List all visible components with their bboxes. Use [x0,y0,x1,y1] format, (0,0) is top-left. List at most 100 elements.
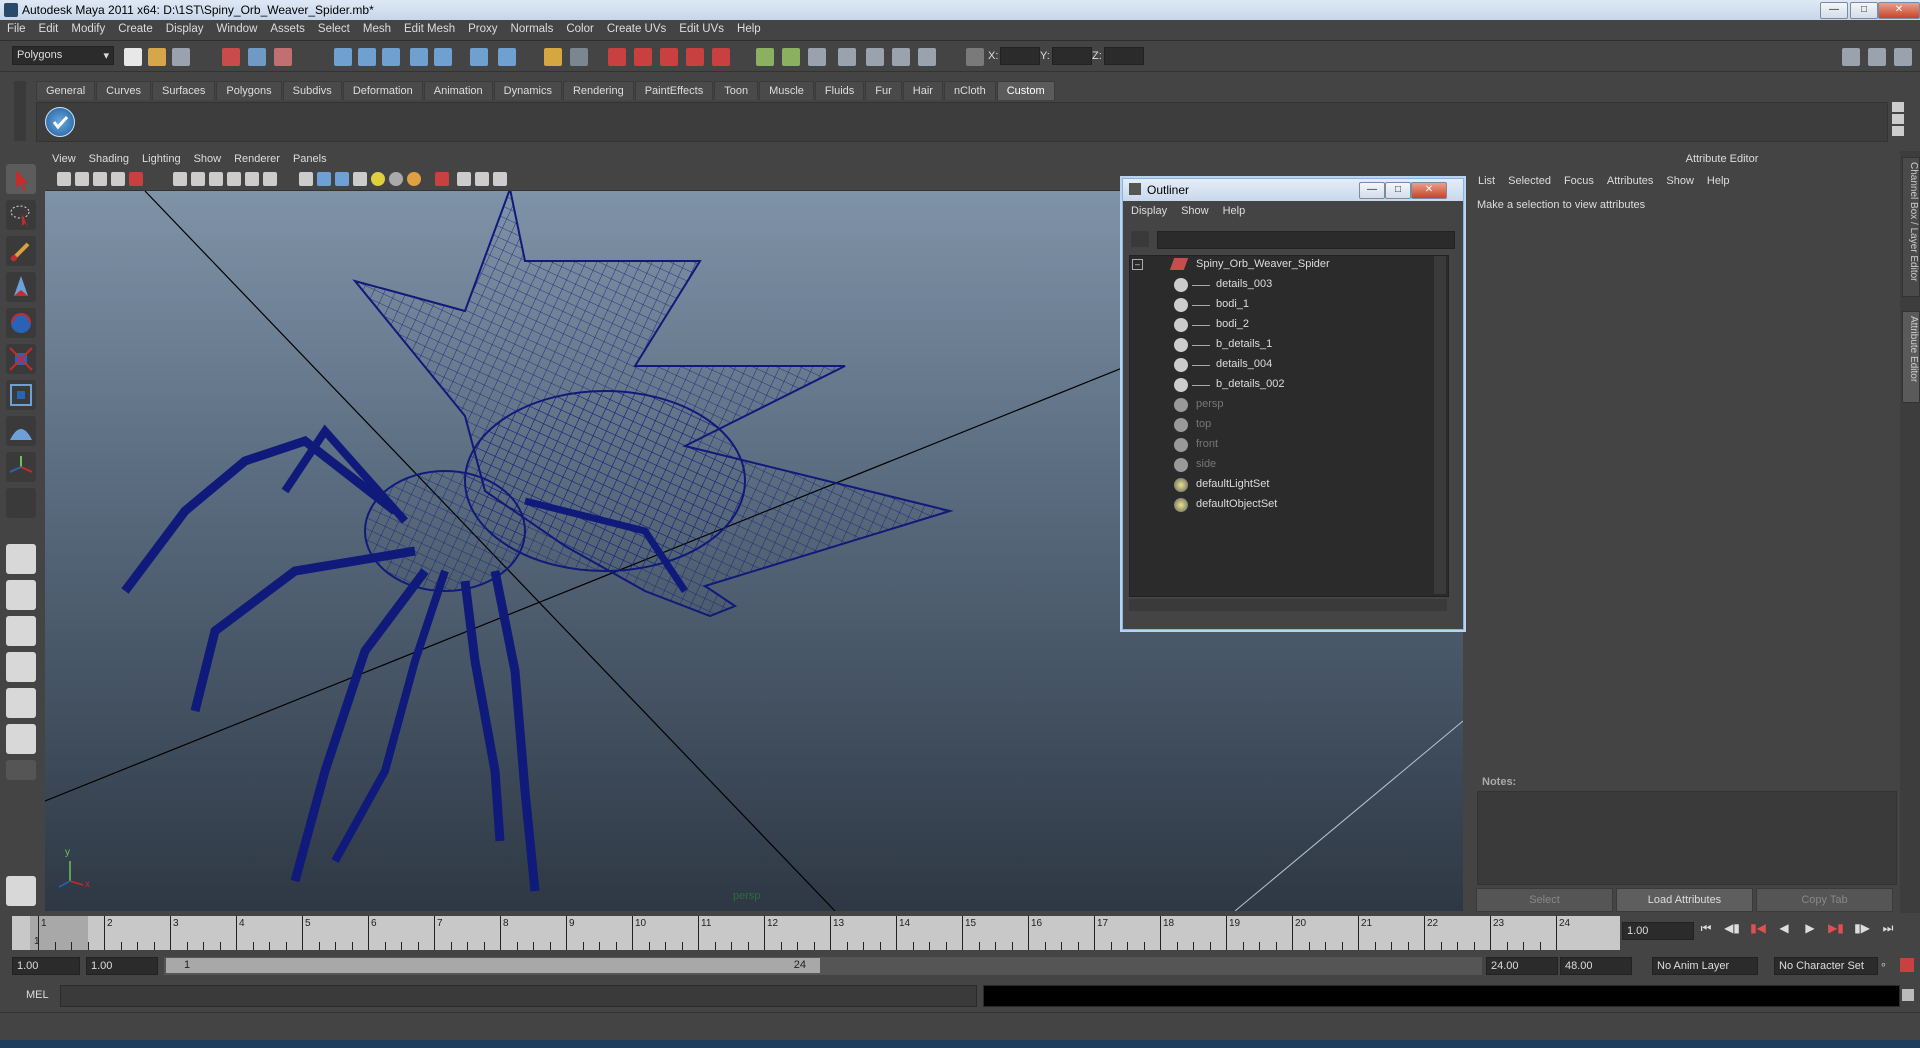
list-item[interactable]: top [1130,416,1430,434]
shelf-tab-dynamics[interactable]: Dynamics [493,81,562,100]
end-time-field[interactable]: 48.00 [1560,957,1632,975]
paint-select-tool-icon[interactable] [6,236,36,266]
isolate-select-icon[interactable] [435,172,449,186]
step-back-frame-icon[interactable]: ◀▮ [1722,918,1742,938]
grid-toggle-icon[interactable] [173,172,187,186]
attribute-editor-tab[interactable]: Attribute Editor [1902,311,1920,403]
hypershade-icon[interactable] [686,48,704,66]
xray-components-icon[interactable] [493,172,507,186]
layout-expand-icon[interactable] [6,760,36,780]
field-chart-icon[interactable] [245,172,259,186]
clipboard-icon[interactable] [808,48,826,66]
move-tool-icon[interactable] [6,272,36,302]
outliner-vertical-scrollbar[interactable] [1434,256,1446,594]
shelf-tab-painteffects[interactable]: PaintEffects [634,81,714,100]
four-view-layout-icon[interactable] [6,580,36,610]
ae-menu-focus[interactable]: Focus [1558,173,1601,187]
mel-label[interactable]: MEL [26,989,49,1001]
shelf-tab-toon[interactable]: Toon [714,81,759,100]
render-region-icon[interactable] [570,48,588,66]
shelf-tab-custom[interactable]: Custom [996,81,1055,100]
shelf-tab-general[interactable]: General [36,81,96,100]
snap-view-icon[interactable] [410,48,428,66]
menu-edit-uvs[interactable]: Edit UVs [672,20,730,35]
range-slider-handle[interactable]: 1 24 [166,958,820,973]
wireframe-on-shaded-icon[interactable] [335,172,349,186]
command-input[interactable] [60,985,977,1007]
menu-select[interactable]: Select [311,20,356,35]
outliner-menu-show[interactable]: Show [1173,203,1215,217]
menu-assets[interactable]: Assets [263,20,311,35]
go-to-start-icon[interactable]: ⏮ [1696,918,1716,938]
xray-joints-icon[interactable] [475,172,489,186]
menu-proxy[interactable]: Proxy [461,20,503,35]
input-mode-icon[interactable] [782,48,800,66]
playback-end-field[interactable]: 24.00 [1486,957,1558,975]
auto-key-icon[interactable]: ∘ [1880,958,1894,972]
minimize-button[interactable]: — [1820,2,1848,19]
shadows-icon[interactable] [407,172,421,186]
ae-menu-attributes[interactable]: Attributes [1601,173,1660,187]
menu-create[interactable]: Create [111,20,159,35]
relative-mode-icon[interactable] [866,48,884,66]
play-forwards-icon[interactable]: ▶ [1800,918,1820,938]
rotate-tool-icon[interactable] [6,308,36,338]
list-item[interactable]: persp [1130,396,1430,414]
camera-attributes-icon[interactable] [75,172,89,186]
shelf-tab-surfaces[interactable]: Surfaces [151,81,216,100]
select-tool-icon[interactable] [6,164,36,194]
ae-menu-selected[interactable]: Selected [1502,173,1558,187]
shelf-tab-subdivs[interactable]: Subdivs [282,81,342,100]
use-all-lights-icon[interactable] [389,172,403,186]
outliner-titlebar[interactable]: Outliner — □ ✕ [1123,179,1463,201]
render-view-icon[interactable] [712,48,730,66]
copy-tab-button[interactable]: Copy Tab [1756,888,1893,912]
outliner-close-button[interactable]: ✕ [1411,182,1447,199]
snap-grid-icon[interactable] [334,48,352,66]
panel-menu-view[interactable]: View [45,151,82,165]
wireframe-mode-icon[interactable] [299,172,313,186]
z-field[interactable] [1104,47,1144,65]
transform-lock-icon[interactable] [918,48,936,66]
ae-menu-help[interactable]: Help [1701,173,1737,187]
persp-graph-layout-icon[interactable] [6,652,36,682]
ae-menu-list[interactable]: List [1472,173,1502,187]
filter-options-icon[interactable] [1131,231,1149,247]
script-editor-icon[interactable] [1902,989,1914,1001]
shelf-tab-ncloth[interactable]: nCloth [943,81,996,100]
checkmark-shelf-icon[interactable] [45,107,75,137]
input-line-icon[interactable] [756,48,774,66]
panel-menu-panels[interactable]: Panels [286,151,333,165]
image-plane-icon[interactable] [111,172,125,186]
shelf-handle[interactable] [14,81,26,141]
show-channel-box-icon[interactable] [1894,48,1912,66]
menu-create-uvs[interactable]: Create UVs [600,20,672,35]
lock-icon[interactable] [544,48,562,66]
menu-normals[interactable]: Normals [504,20,560,35]
close-button[interactable]: ✕ [1878,2,1920,19]
character-set-dropdown[interactable]: No Character Set [1774,957,1878,975]
help-icon[interactable] [498,48,516,66]
list-item[interactable]: side [1130,456,1430,474]
menu-edit[interactable]: Edit [32,20,65,35]
history-icon[interactable] [470,48,488,66]
quick-rename-icon[interactable] [838,48,856,66]
shelf-menu-icon[interactable] [1892,114,1904,124]
outliner-menu-display[interactable]: Display [1123,203,1173,217]
select-button[interactable]: Select [1476,888,1613,912]
lasso-tool-icon[interactable] [6,200,36,230]
shelf-tab-hair[interactable]: Hair [902,81,943,100]
make-live-icon[interactable] [434,48,452,66]
default-light-icon[interactable] [371,172,385,186]
x-field[interactable] [1000,47,1040,65]
load-attributes-button[interactable]: Load Attributes [1616,888,1753,912]
ae-menu-show[interactable]: Show [1660,173,1701,187]
panel-menu-lighting[interactable]: Lighting [135,151,187,165]
absolute-mode-icon[interactable] [892,48,910,66]
show-attribute-editor-icon[interactable] [1842,48,1860,66]
range-slider-track[interactable]: 1 24 [164,957,1482,975]
numeric-input-icon[interactable] [966,48,984,66]
xray-icon[interactable] [457,172,471,186]
go-to-end-icon[interactable]: ⏭ [1878,918,1898,938]
menu-color[interactable]: Color [559,20,599,35]
